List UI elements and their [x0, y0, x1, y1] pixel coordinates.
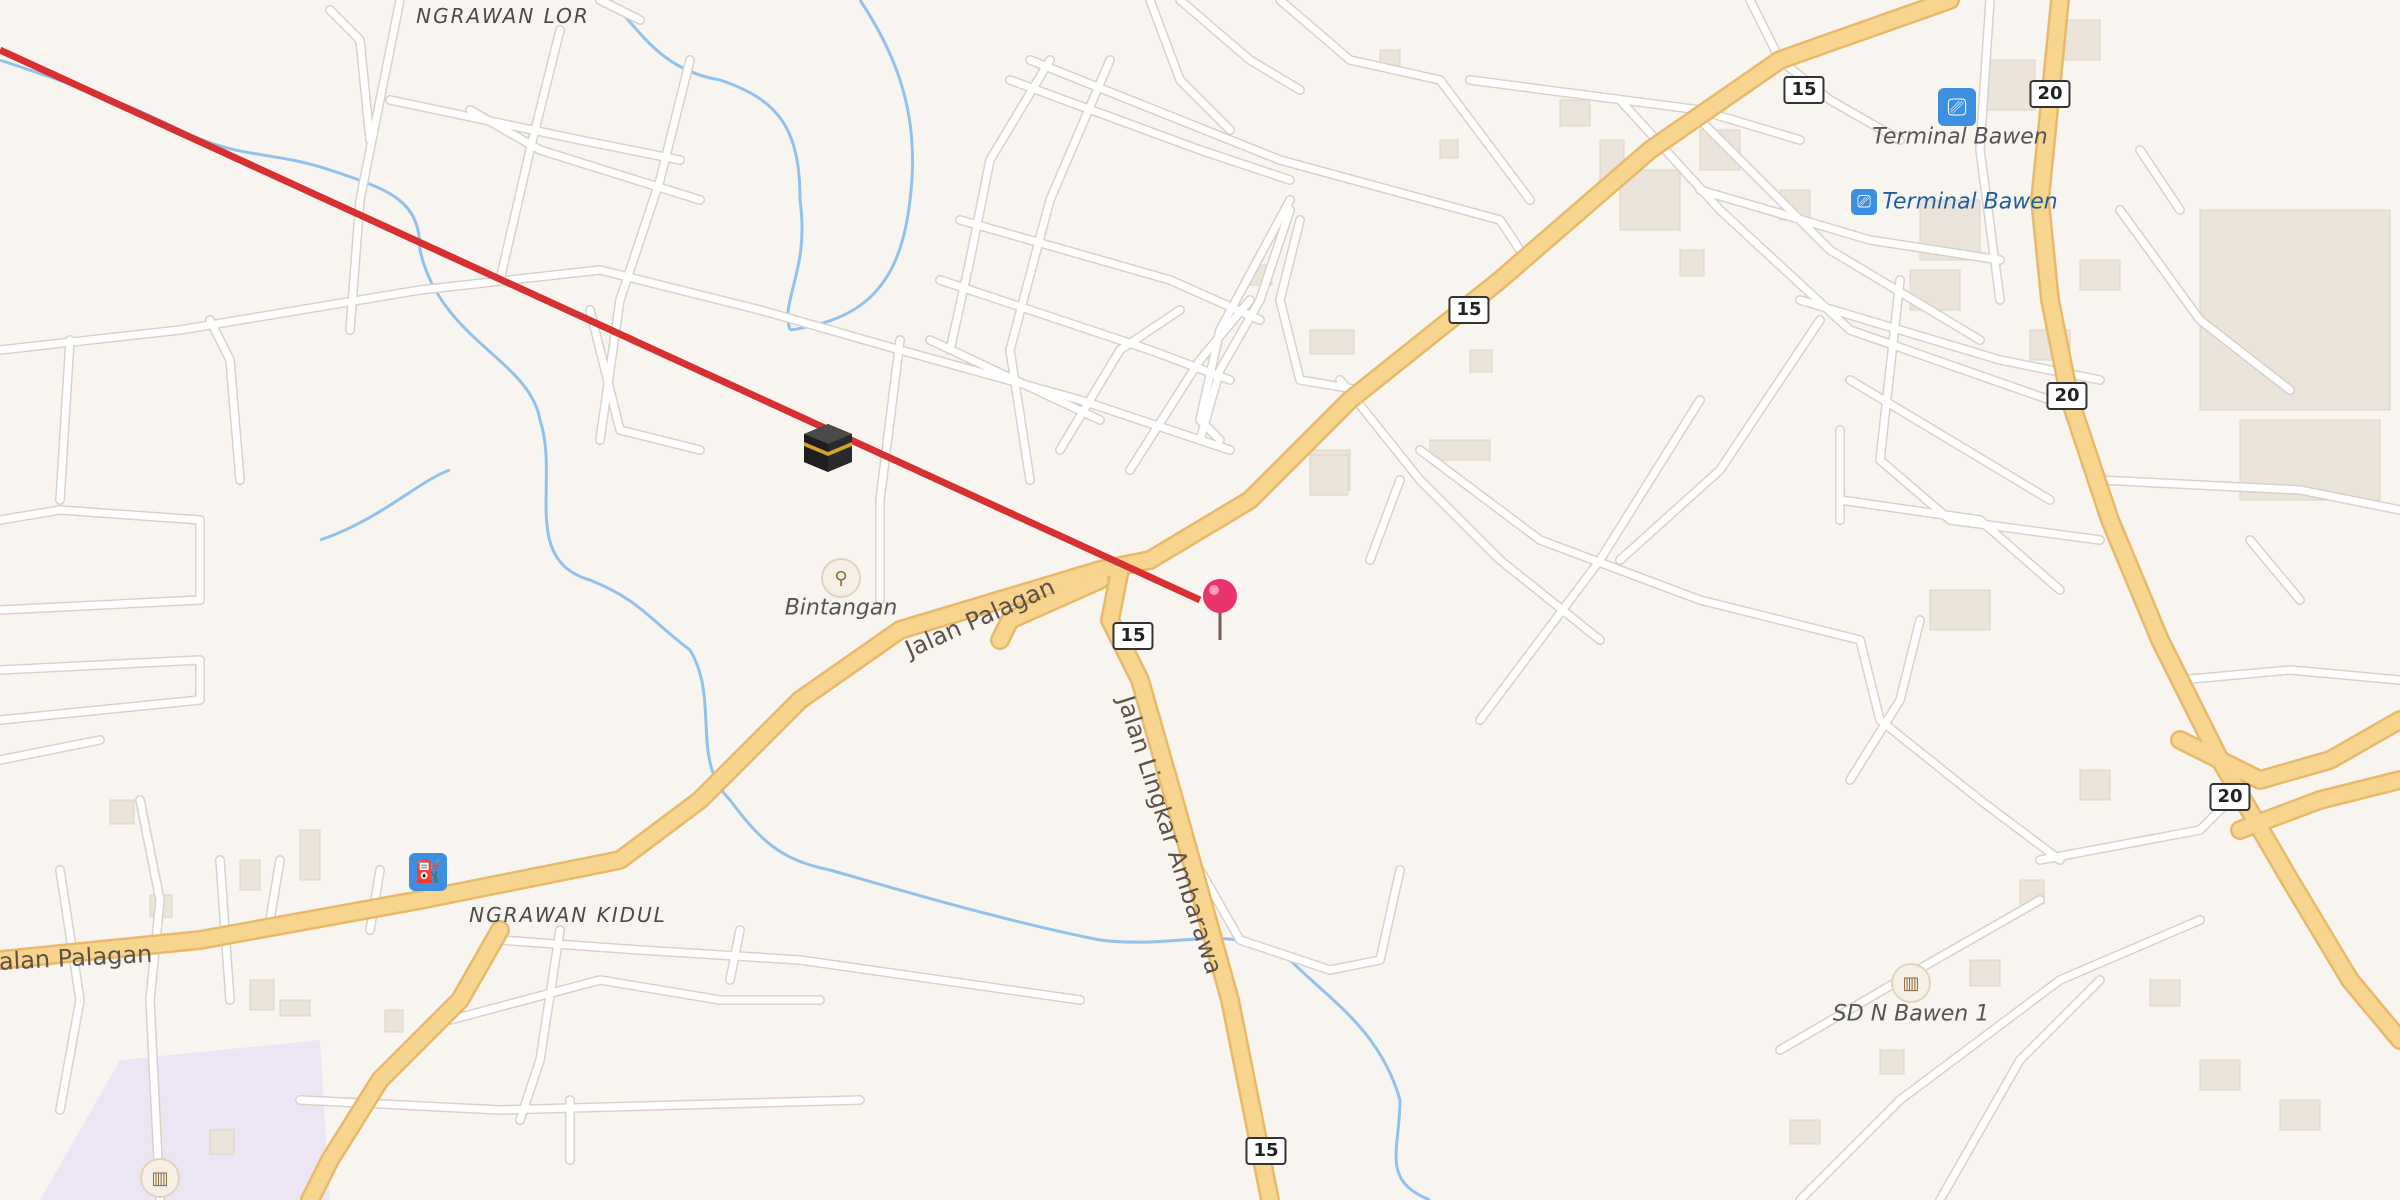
place-label-ngrawan-lor: NGRAWAN LOR — [416, 4, 590, 28]
map-canvas[interactable]: ⚲ Bintangan ⎚ Terminal Bawen ⎚ Terminal … — [0, 0, 2400, 1200]
poi-label-bintangan[interactable]: Bintangan — [785, 596, 898, 621]
route-shield-15: 15 — [1783, 76, 1825, 104]
school-icon[interactable]: ▥ — [1891, 963, 1931, 1003]
place-label-ngrawan-kidul: NGRAWAN KIDUL — [469, 903, 667, 927]
route-shield-15: 15 — [1448, 296, 1490, 324]
poi-label-terminal-bawen[interactable]: Terminal Bawen — [1872, 125, 2047, 150]
poi-label-terminal-bawen-2[interactable]: Terminal Bawen — [1882, 190, 2057, 215]
route-shield-15: 15 — [1245, 1137, 1287, 1165]
bus-station-icon[interactable]: ⎚ — [1938, 88, 1976, 126]
landuse-area — [40, 1040, 330, 1200]
fuel-station-icon[interactable]: ⛽ — [409, 853, 447, 891]
school-icon[interactable]: ▥ — [140, 1158, 180, 1198]
route-shield-20: 20 — [2209, 783, 2251, 811]
poi-label-sd-n-bawen-1[interactable]: SD N Bawen 1 — [1833, 1002, 1989, 1027]
bus-station-icon[interactable]: ⎚ — [1851, 189, 1877, 215]
restaurant-icon[interactable]: ⚲ — [821, 558, 861, 598]
route-shield-20: 20 — [2029, 80, 2071, 108]
route-shield-20: 20 — [2046, 382, 2088, 410]
route-shield-15: 15 — [1112, 622, 1154, 650]
